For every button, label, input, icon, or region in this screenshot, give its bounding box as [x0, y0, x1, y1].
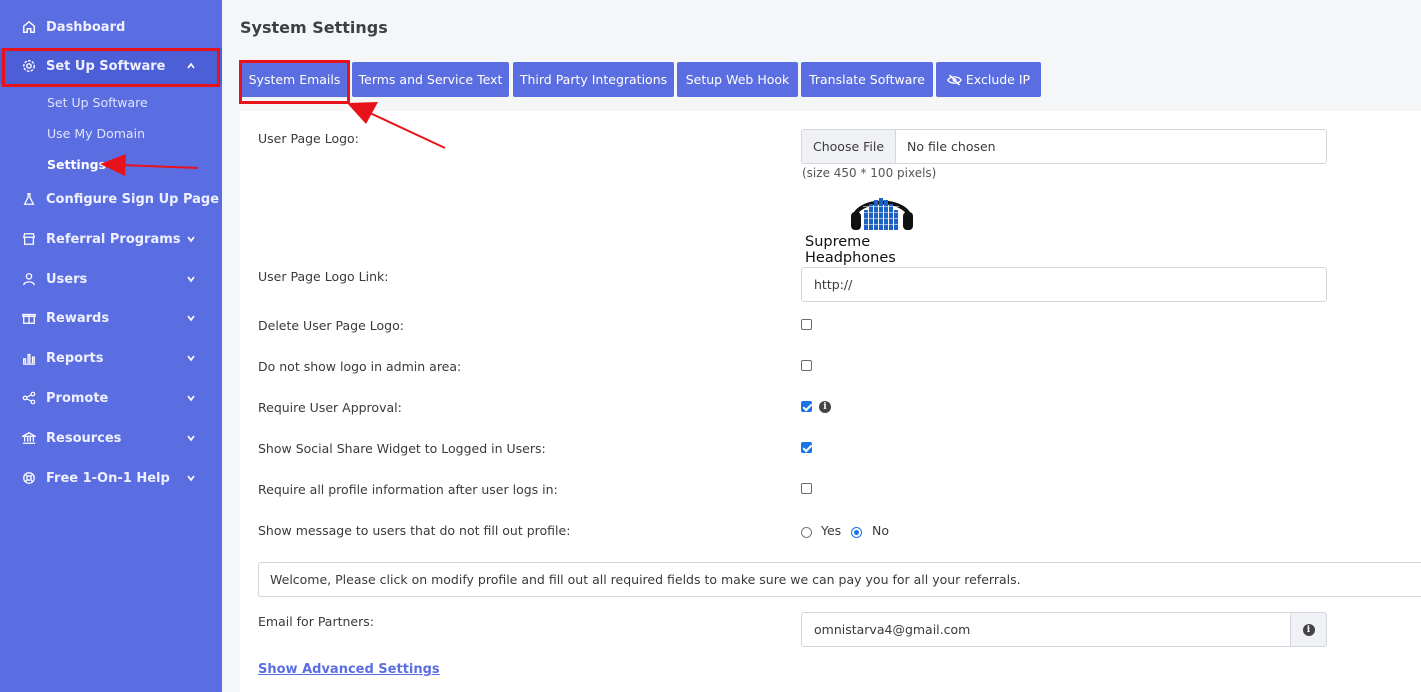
- chevron-down-icon: [186, 393, 196, 403]
- radio-yes[interactable]: [801, 527, 812, 538]
- sidebar-item-referral-programs[interactable]: Referral Programs: [0, 221, 222, 257]
- sidebar-item-label: Rewards: [46, 310, 110, 326]
- require-profile-checkbox[interactable]: [801, 483, 812, 494]
- logo-brand-text: Supreme Headphones: [805, 234, 896, 266]
- show-advanced-settings-link[interactable]: Show Advanced Settings: [258, 662, 440, 677]
- sidebar-item-label: Dashboard: [46, 19, 126, 35]
- email-field[interactable]: omnistarva4@gmail.com: [801, 612, 1291, 647]
- info-icon: i: [1302, 623, 1315, 636]
- store-icon: [22, 232, 36, 246]
- social-widget-checkbox[interactable]: [801, 442, 812, 453]
- email-input-group: omnistarva4@gmail.com i: [801, 612, 1327, 647]
- chevron-down-icon: [186, 473, 196, 483]
- radio-no-label: No: [872, 523, 889, 538]
- eye-slash-icon: [946, 73, 962, 86]
- tab-setup-web-hook[interactable]: Setup Web Hook: [677, 62, 798, 97]
- hide-logo-admin-label: Do not show logo in admin area:: [258, 359, 462, 374]
- sidebar-item-promote[interactable]: Promote: [0, 380, 222, 416]
- tab-label: System Emails: [248, 72, 341, 87]
- gear-icon: [22, 59, 36, 73]
- sidebar-item-resources[interactable]: Resources: [0, 420, 222, 456]
- info-icon[interactable]: i: [819, 401, 831, 413]
- logo-label: User Page Logo:: [258, 131, 359, 146]
- hide-logo-admin-checkbox[interactable]: [801, 360, 812, 371]
- delete-logo-checkbox[interactable]: [801, 319, 812, 330]
- sidebar-subitem-use-my-domain[interactable]: Use My Domain: [47, 126, 145, 141]
- logo-file-input[interactable]: Choose File No file chosen: [801, 129, 1327, 164]
- radio-no[interactable]: [851, 527, 862, 538]
- lifering-icon: [22, 471, 36, 485]
- sidebar-item-label: Configure Sign Up Page: [46, 191, 220, 207]
- sidebar-item-label: Reports: [46, 350, 104, 366]
- home-icon: [22, 20, 36, 34]
- bank-icon: [22, 431, 36, 445]
- tab-label: Terms and Service Text: [358, 72, 503, 87]
- tab-label: Third Party Integrations: [519, 72, 668, 87]
- share-icon: [22, 391, 36, 405]
- tab-third-party-integrations[interactable]: Third Party Integrations: [513, 62, 674, 97]
- sidebar-item-users[interactable]: Users: [0, 261, 222, 297]
- headphones-logo-icon: [851, 198, 913, 230]
- sidebar-item-configure-sign-up-page[interactable]: Configure Sign Up Page: [0, 181, 222, 217]
- chevron-down-icon: [186, 313, 196, 323]
- sidebar-subitem-settings[interactable]: Settings: [47, 157, 106, 172]
- sidebar-item-free-help[interactable]: Free 1-On-1 Help: [0, 460, 222, 496]
- social-widget-label: Show Social Share Widget to Logged in Us…: [258, 441, 546, 456]
- choose-file-button[interactable]: Choose File: [802, 130, 897, 163]
- flask-icon: [22, 192, 36, 206]
- logo-preview: Supreme Headphones: [801, 186, 965, 266]
- show-message-label: Show message to users that do not fill o…: [258, 523, 571, 538]
- user-icon: [22, 272, 36, 286]
- chevron-down-icon: [186, 353, 196, 363]
- sidebar-item-label: Resources: [46, 430, 122, 446]
- chevron-down-icon: [186, 234, 196, 244]
- chevron-down-icon: [186, 274, 196, 284]
- email-label: Email for Partners:: [258, 614, 374, 629]
- logo-link-label: User Page Logo Link:: [258, 269, 389, 284]
- require-approval-label: Require User Approval:: [258, 400, 402, 415]
- tab-label: Translate Software: [809, 72, 925, 87]
- logo-link-input[interactable]: http://: [801, 267, 1327, 302]
- tab-terms-and-service-text[interactable]: Terms and Service Text: [352, 62, 509, 97]
- sidebar: Dashboard Set Up Software Set Up Softwar…: [0, 0, 222, 692]
- radio-yes-label: Yes: [821, 523, 842, 538]
- size-hint: (size 450 * 100 pixels): [802, 166, 937, 180]
- email-info-addon[interactable]: i: [1291, 612, 1327, 647]
- sidebar-item-label: Referral Programs: [46, 231, 181, 247]
- file-status: No file chosen: [907, 139, 996, 154]
- sidebar-item-label: Users: [46, 271, 88, 287]
- require-profile-label: Require all profile information after us…: [258, 482, 558, 497]
- tab-translate-software[interactable]: Translate Software: [801, 62, 933, 97]
- require-approval-checkbox[interactable]: [801, 401, 812, 412]
- sidebar-item-dashboard[interactable]: Dashboard: [0, 9, 222, 45]
- page-title: System Settings: [240, 18, 388, 37]
- tab-label: Exclude IP: [965, 72, 1031, 87]
- delete-logo-label: Delete User Page Logo:: [258, 318, 404, 333]
- chart-icon: [22, 351, 36, 365]
- gift-icon: [22, 311, 36, 325]
- tab-label: Setup Web Hook: [685, 72, 790, 87]
- tab-exclude-ip[interactable]: Exclude IP: [936, 62, 1041, 97]
- sidebar-item-set-up-software[interactable]: Set Up Software: [0, 48, 222, 84]
- sidebar-item-label: Set Up Software: [46, 58, 166, 74]
- sidebar-item-rewards[interactable]: Rewards: [0, 300, 222, 336]
- sidebar-item-label: Free 1-On-1 Help: [46, 470, 170, 486]
- sidebar-subitem-set-up-software[interactable]: Set Up Software: [47, 95, 148, 110]
- tab-system-emails[interactable]: System Emails: [240, 62, 349, 97]
- sidebar-item-label: Promote: [46, 390, 109, 406]
- sidebar-item-reports[interactable]: Reports: [0, 340, 222, 376]
- profile-message-input[interactable]: Welcome, Please click on modify profile …: [258, 562, 1421, 597]
- chevron-down-icon: [186, 433, 196, 443]
- chevron-up-icon: [186, 61, 196, 71]
